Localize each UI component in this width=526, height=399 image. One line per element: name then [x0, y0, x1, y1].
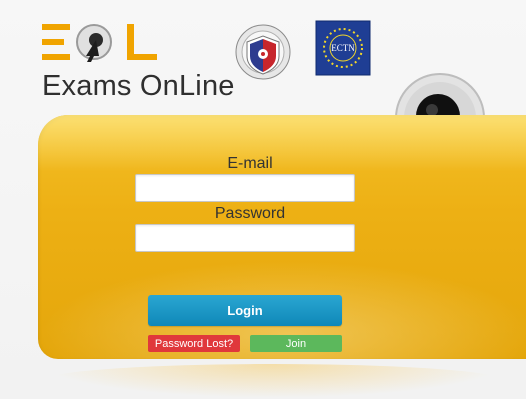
password-lost-button[interactable]: Password Lost?	[148, 335, 240, 352]
eol-logo-mark-icon	[42, 24, 157, 62]
ectn-seal-icon: ECTN	[315, 20, 371, 76]
password-label: Password	[214, 205, 286, 222]
header: Exams OnLine ECTN	[0, 0, 526, 190]
eol-logo: Exams OnLine	[42, 22, 235, 112]
logo-text: Exams OnLine	[42, 70, 235, 102]
email-field[interactable]	[135, 174, 355, 202]
join-button[interactable]: Join	[250, 335, 342, 352]
email-label: E-mail	[227, 155, 273, 172]
ectn-seal-text: ECTN	[331, 43, 355, 53]
password-field[interactable]	[135, 224, 355, 252]
footer-glow	[40, 364, 506, 398]
login-page: Exams OnLine ECTN E-mail Password Login …	[0, 0, 526, 399]
login-button[interactable]: Login	[148, 295, 342, 326]
university-seal-icon	[235, 24, 291, 80]
